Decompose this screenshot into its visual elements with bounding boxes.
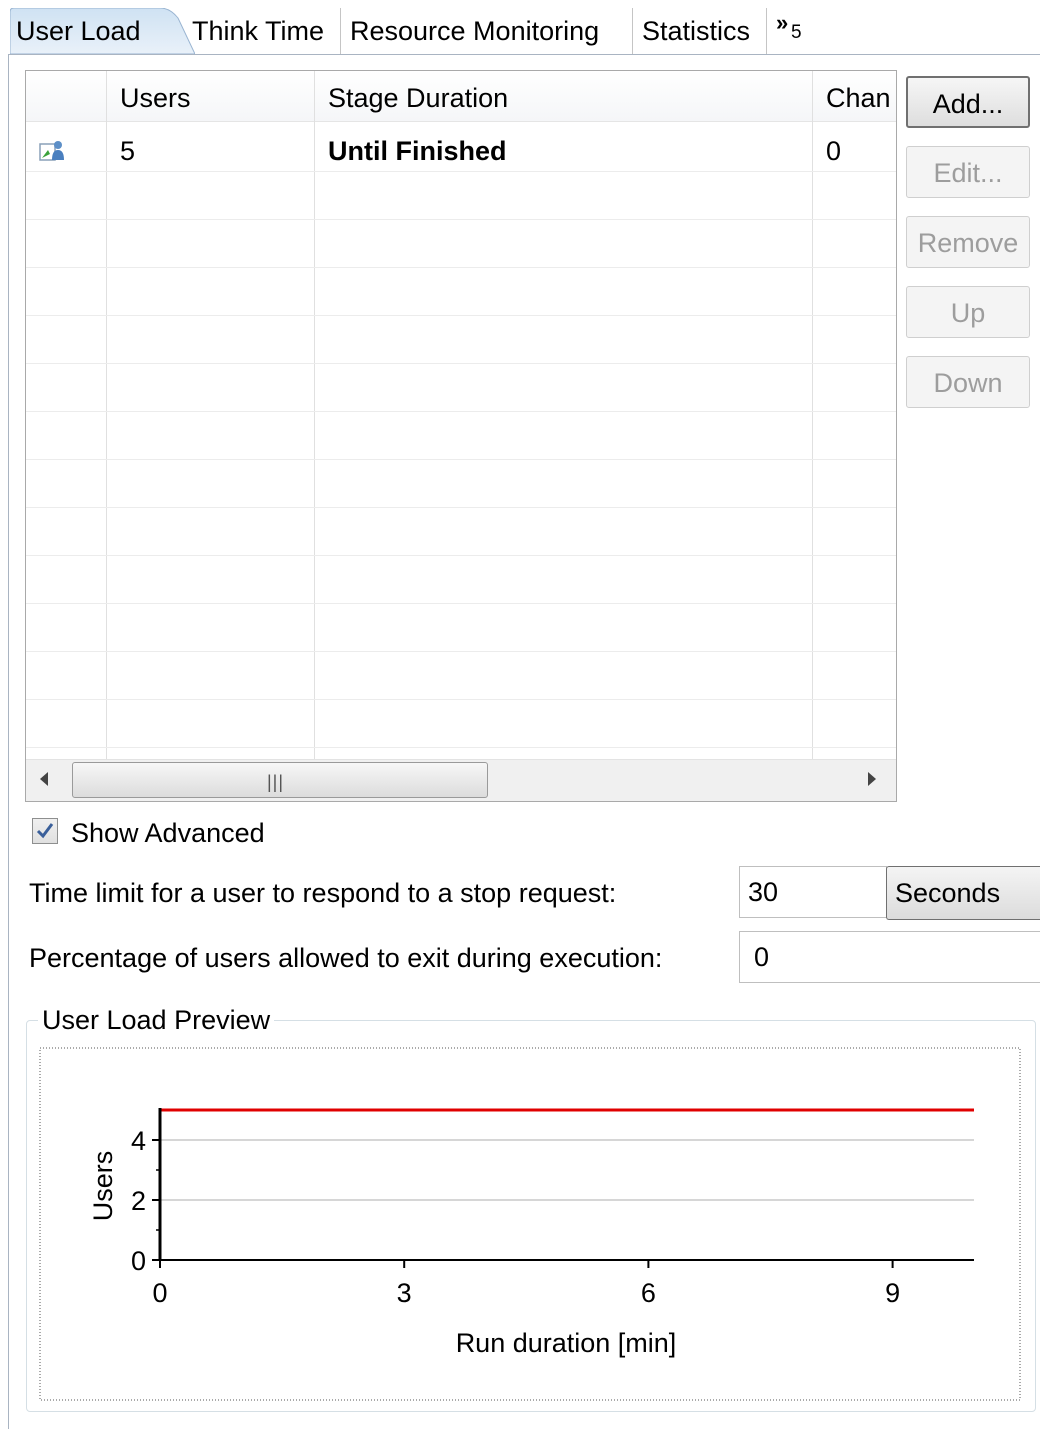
y-axis-label: Users: [88, 1151, 118, 1222]
x-tick-label: 9: [885, 1278, 900, 1308]
y-tick-label: 2: [131, 1186, 146, 1216]
x-tick-label: 0: [152, 1278, 167, 1308]
user-load-preview-chart: 0 2 4 0 3 6 9 Run duration [min] Users: [39, 1047, 1021, 1401]
y-tick-label: 0: [131, 1246, 146, 1276]
y-tick-label: 4: [131, 1126, 146, 1156]
x-axis-label: Run duration [min]: [456, 1328, 677, 1358]
chart-gridlines: [160, 1139, 974, 1201]
x-tick-label: 3: [397, 1278, 412, 1308]
x-tick-label: 6: [641, 1278, 656, 1308]
chart-ticks: 0 2 4 0 3 6 9: [131, 1126, 900, 1308]
